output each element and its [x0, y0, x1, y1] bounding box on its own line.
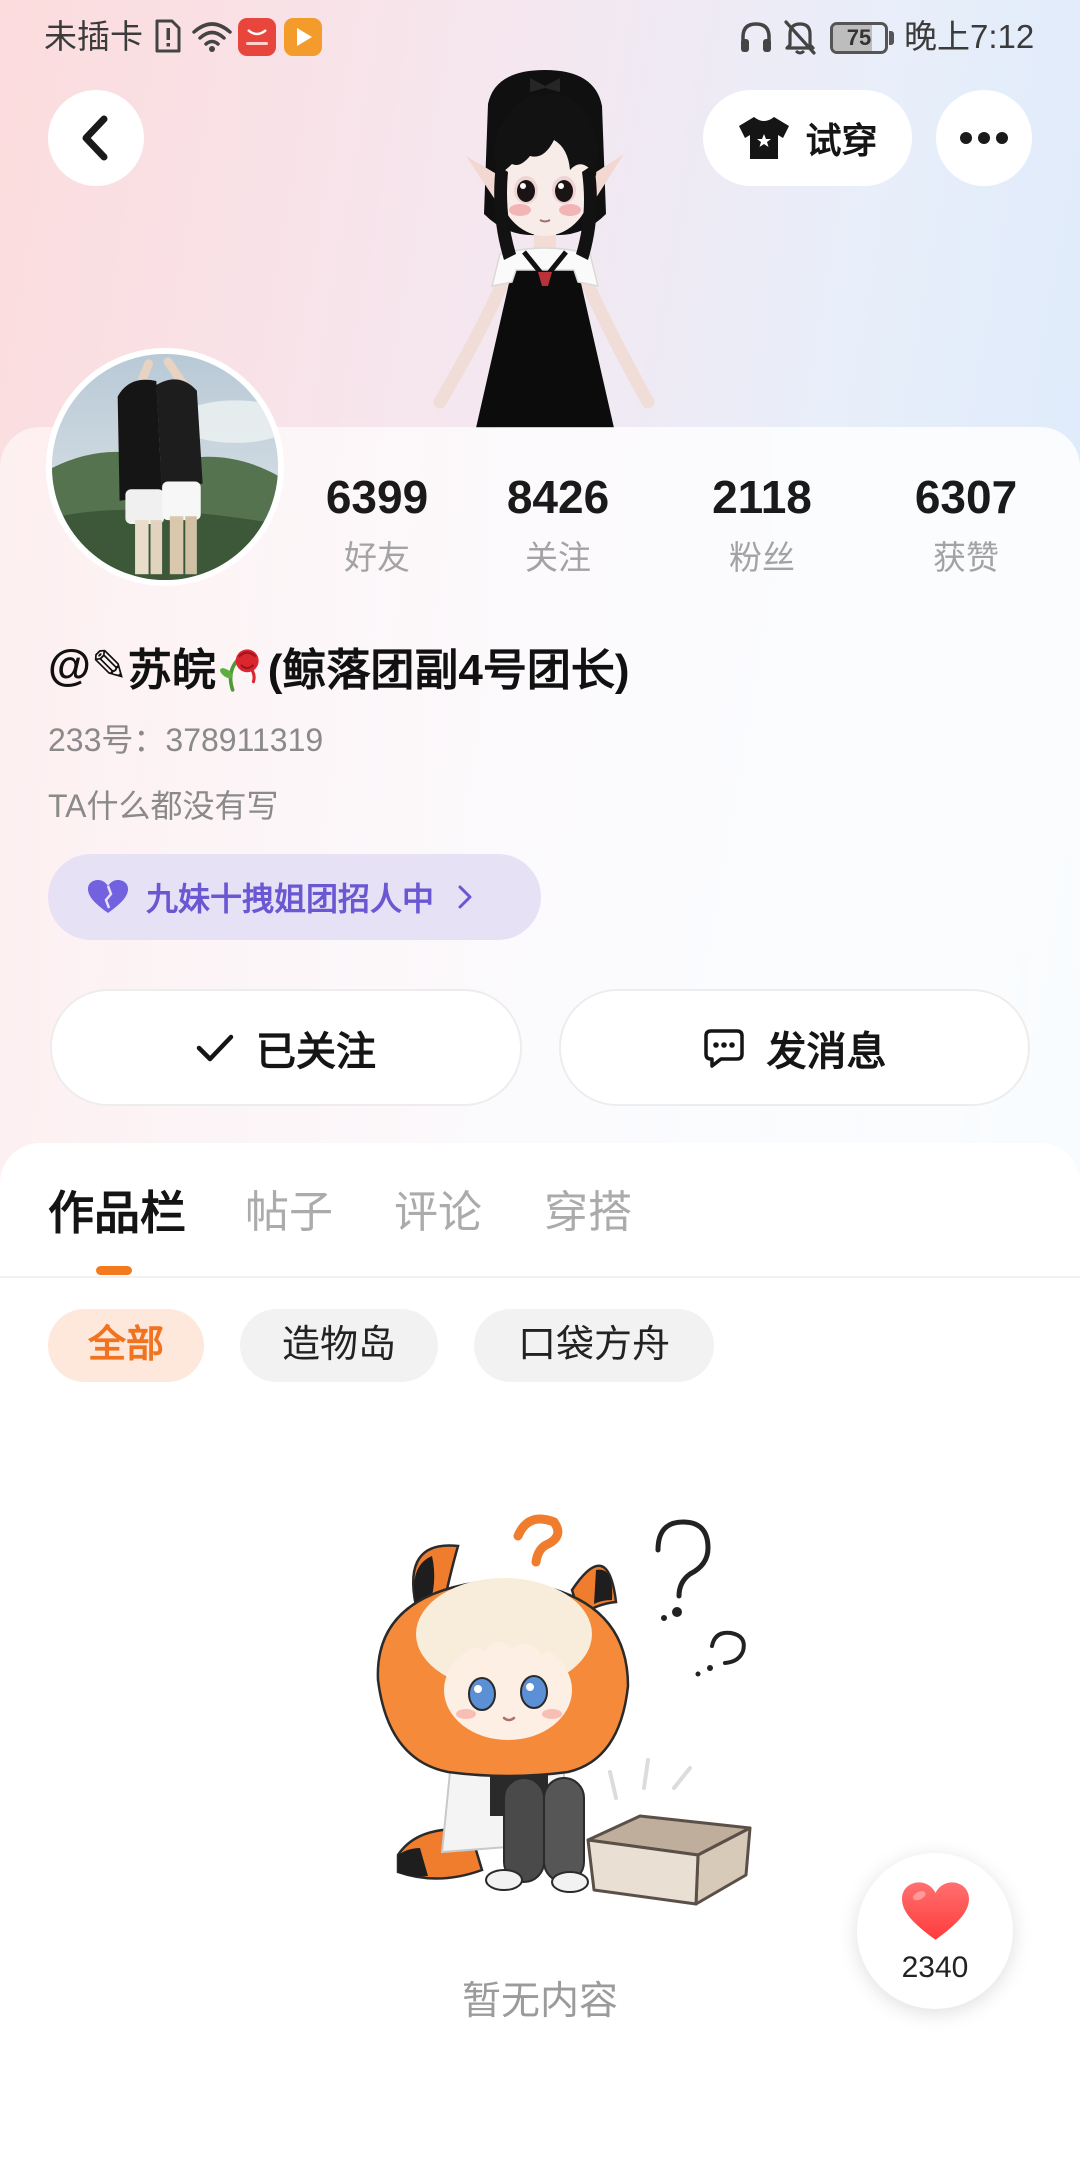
filter-zaowudao[interactable]: 造物岛 — [240, 1309, 438, 1382]
chevron-left-icon — [82, 115, 108, 161]
video-app-icon — [284, 18, 322, 56]
name-suffix: (鲸落团副4号团长) — [267, 646, 630, 695]
battery-level: 75 — [846, 25, 872, 50]
stat-friends-value[interactable]: 6399 — [277, 470, 477, 524]
tab-divider — [0, 1276, 1080, 1278]
sim-alert-icon — [155, 19, 181, 53]
stat-friends-label[interactable]: 好友 — [277, 536, 477, 580]
user-id[interactable]: 233号：378911319 — [48, 720, 323, 760]
empty-state-text: 暂无内容 — [461, 1980, 618, 2023]
stat-fans-label[interactable]: 粉丝 — [662, 536, 862, 580]
filter-all[interactable]: 全部 — [48, 1309, 204, 1382]
active-tab-indicator — [96, 1266, 132, 1275]
heart-icon — [902, 1882, 969, 1940]
message-label: 发消息 — [766, 1029, 887, 1074]
clock: 晚上7:12 — [904, 18, 1035, 55]
bio: TA什么都没有写 — [48, 788, 279, 824]
huawei-appgallery-icon — [238, 18, 276, 56]
empty-box-illustration — [376, 1514, 752, 1906]
heart-group-icon — [88, 880, 128, 913]
profile-name: @ ✎ 苏皖 (鲸落团副4号团长) — [48, 636, 630, 696]
stat-following-value[interactable]: 8426 — [458, 470, 658, 524]
filter-pocket-ark[interactable]: 口袋方舟 — [474, 1309, 714, 1382]
notifications-off-icon — [784, 20, 816, 55]
avatar-photo — [52, 354, 278, 580]
stat-following-label[interactable]: 关注 — [458, 536, 658, 580]
try-on-label: 试穿 — [805, 120, 878, 161]
name-main: 苏皖 — [127, 646, 216, 695]
name-at: @ — [48, 641, 91, 690]
like-count: 2340 — [901, 1951, 969, 1984]
tab-works[interactable]: 作品栏 — [48, 1184, 186, 1242]
more-button[interactable] — [936, 90, 1032, 186]
stat-fans-value[interactable]: 2118 — [662, 470, 862, 524]
headphones-icon — [741, 22, 771, 52]
status-bar: 未插卡 75 晚上7:12 — [0, 0, 1080, 72]
group-recruit-tag[interactable]: 九妹十拽姐团招人中 — [48, 854, 541, 940]
tshirt-icon — [739, 117, 790, 159]
name-pencil: ✎ — [90, 640, 128, 692]
stat-likes-label[interactable]: 获赞 — [866, 536, 1066, 580]
message-button[interactable]: 发消息 — [559, 989, 1030, 1106]
tab-posts[interactable]: 帖子 — [245, 1184, 333, 1242]
carrier-label: 未插卡 — [44, 18, 143, 55]
follow-label: 已关注 — [256, 1029, 376, 1074]
battery-icon: 75 — [830, 22, 888, 54]
stat-likes-value[interactable]: 6307 — [866, 470, 1066, 524]
more-dots-icon — [960, 132, 1008, 144]
wilted-rose-icon — [219, 649, 259, 692]
like-button[interactable]: 2340 — [857, 1853, 1013, 2009]
try-on-button[interactable]: 试穿 — [703, 90, 912, 186]
chevron-right-icon — [458, 885, 472, 909]
avatar[interactable] — [46, 348, 284, 586]
avatar-3d-character — [433, 70, 655, 428]
back-button[interactable] — [48, 90, 144, 186]
wifi-icon — [192, 22, 232, 52]
tab-outfits[interactable]: 穿搭 — [544, 1184, 632, 1242]
battery-nub — [889, 31, 894, 45]
check-icon — [196, 1034, 234, 1061]
follow-button[interactable]: 已关注 — [50, 989, 522, 1106]
group-recruit-label: 九妹十拽姐团招人中 — [146, 881, 435, 917]
tab-comments[interactable]: 评论 — [394, 1184, 482, 1242]
chat-bubble-icon — [703, 1028, 744, 1068]
